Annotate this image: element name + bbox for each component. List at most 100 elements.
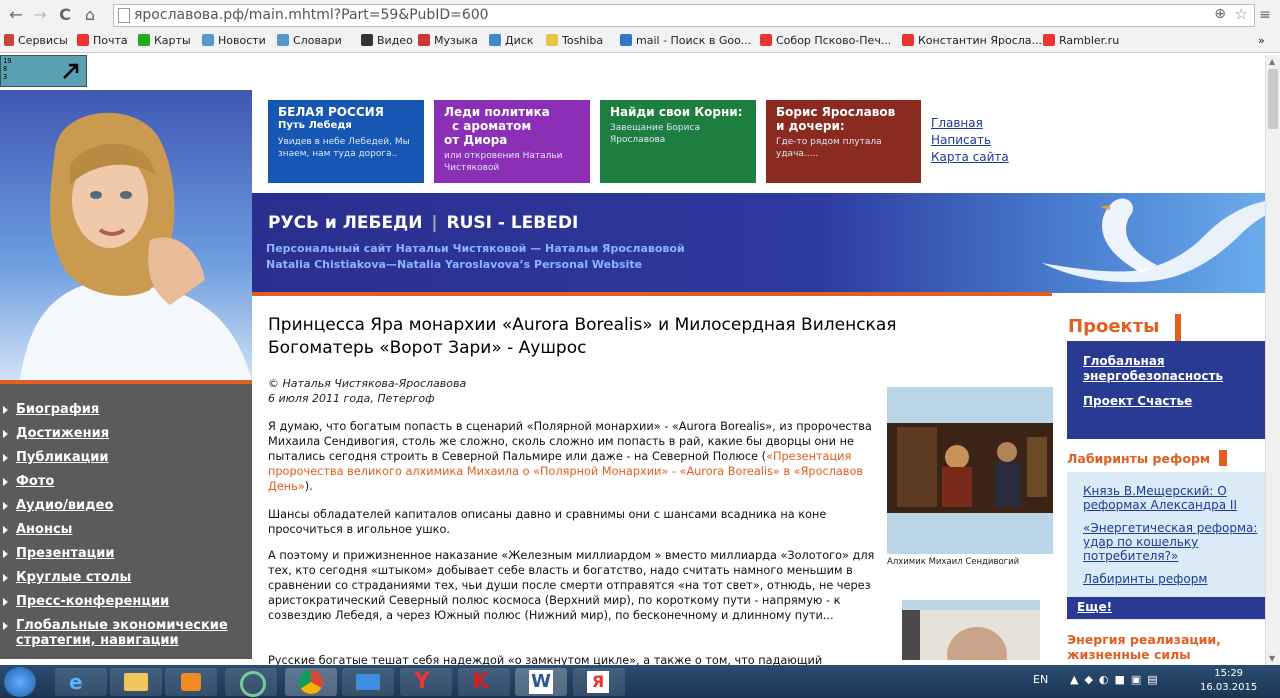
bookmark-music[interactable]: Музыка	[418, 32, 478, 50]
yandex-icon: Я	[587, 671, 609, 693]
bookmark-disk[interactable]: Диск	[489, 32, 533, 50]
folder-icon	[124, 673, 148, 691]
tile-boris-yaroslavov[interactable]: Борис Ярославов и дочери: Где-то рядом п…	[766, 100, 921, 183]
tile-subtitle: Где-то рядом плутала удача.....	[776, 137, 882, 159]
scrollbar-thumb[interactable]	[1268, 69, 1278, 129]
taskbar-word[interactable]: W	[515, 668, 567, 696]
kaspersky-icon: K	[472, 669, 490, 694]
tray-icons[interactable]: ▲◆◐■▣▤	[1070, 673, 1164, 686]
nav-publications[interactable]: Публикации	[3, 450, 109, 465]
video-icon	[361, 34, 373, 46]
bookmark-services[interactable]: Сервисы	[4, 32, 68, 50]
nav-presentations[interactable]: Презентации	[3, 546, 115, 561]
system-clock[interactable]: 15:29 16.03.2015	[1200, 667, 1257, 695]
apps-icon	[4, 34, 14, 46]
forward-icon[interactable]: →	[30, 5, 50, 25]
tile-title-2: с ароматом	[452, 119, 532, 133]
browser-toolbar: ← → C ⌂ ярославова.рф/main.mhtml?Part=59…	[0, 0, 1280, 31]
taskbar-mail[interactable]	[342, 668, 394, 696]
bookmark-mail[interactable]: Почта	[77, 32, 128, 50]
link-sitemap[interactable]: Карта сайта	[931, 150, 1009, 164]
mail-icon	[356, 674, 380, 690]
back-icon[interactable]: ←	[6, 5, 26, 25]
taskbar-explorer[interactable]	[110, 668, 162, 696]
swan-icon	[1042, 198, 1280, 283]
bookmark-rambler[interactable]: Rambler.ru	[1043, 32, 1119, 50]
language-indicator[interactable]: EN	[1033, 673, 1048, 686]
left-navigation: Биография Достижения Публикации Фото Ауд…	[0, 380, 252, 659]
taskbar-chrome[interactable]	[285, 668, 337, 696]
labyrinths-heading: Лабиринты реформ	[1067, 450, 1227, 466]
yandex-browser-icon: Y	[414, 669, 430, 694]
lab-link-labyrinths[interactable]: Лабиринты реформ	[1083, 572, 1207, 586]
start-button[interactable]	[4, 667, 36, 697]
star-icon[interactable]: ☆	[1235, 5, 1248, 23]
counter-badge[interactable]: 19 8 3	[0, 55, 87, 87]
scroll-up-icon[interactable]: ▲	[1269, 57, 1275, 66]
lab-link-energy-reform-line2[interactable]: удар по кошельку	[1083, 535, 1198, 549]
project-global-energy[interactable]: Глобальная	[1083, 354, 1165, 369]
link-write[interactable]: Написать	[931, 133, 991, 147]
zoom-icon[interactable]: ⊕	[1214, 6, 1226, 22]
arrow-up-right-icon	[63, 63, 79, 79]
scroll-down-icon[interactable]: ▼	[1269, 654, 1275, 663]
taskbar-app[interactable]	[225, 668, 277, 697]
address-bar[interactable]: ярославова.рф/main.mhtml?Part=59&PubID=6…	[113, 4, 1255, 27]
article-date: 6 июля 2011 года, Петергоф	[268, 392, 435, 405]
banner-subtitle-ru: Персональный сайт Натальи Чистяковой — Н…	[266, 242, 685, 255]
chrome-icon	[299, 670, 323, 694]
lab-link-meshchersky[interactable]: Князь В.Мещерский: О	[1083, 484, 1227, 498]
yandex-icon	[902, 34, 914, 46]
bookmark-dictionaries[interactable]: Словари	[277, 32, 342, 50]
nav-global-strategies-line2[interactable]: стратегии, навигации	[16, 633, 179, 648]
bookmarks-bar: Сервисы Почта Карты Новости Словари Виде…	[0, 30, 1280, 53]
bookmark-toshiba[interactable]: Toshiba	[546, 32, 603, 50]
nav-photo[interactable]: Фото	[2, 474, 54, 489]
taskbar-media[interactable]	[165, 668, 217, 696]
nav-achievements[interactable]: Достижения	[2, 426, 109, 441]
alchemist-painting[interactable]	[887, 387, 1053, 554]
media-icon	[181, 673, 201, 691]
article-title: Принцесса Яра монархии «Aurora Borealis»…	[268, 315, 897, 358]
reload-icon[interactable]: C	[55, 5, 75, 25]
tile-subtitle: Завещание Бориса Ярославова	[610, 123, 700, 145]
yandex-icon	[1043, 34, 1055, 46]
author-portrait	[0, 90, 252, 380]
bookmark-video[interactable]: Видео	[361, 32, 413, 50]
menu-icon[interactable]: ≡	[1255, 5, 1275, 25]
bookmark-news[interactable]: Новости	[202, 32, 266, 50]
bookmarks-more[interactable]: »	[1258, 32, 1265, 50]
project-happiness[interactable]: Проект Счастье	[1083, 394, 1192, 409]
tile-title: Найди свои Корни:	[610, 105, 743, 119]
taskbar-kaspersky[interactable]: K	[458, 668, 510, 696]
lab-link-energy-reform[interactable]: «Энергетическая реформа:	[1083, 521, 1257, 535]
tile-white-russia[interactable]: БЕЛАЯ РОССИЯ Путь Лебедя Увидев в небе Л…	[268, 100, 424, 183]
home-icon[interactable]: ⌂	[80, 5, 100, 25]
nav-biography[interactable]: Биография	[2, 402, 99, 417]
tile-lady-politics[interactable]: Леди политика с ароматом от Диора или от…	[434, 100, 590, 183]
nav-global-strategies[interactable]: Глобальные экономические	[3, 618, 228, 633]
nav-announcements[interactable]: Анонсы	[2, 522, 72, 537]
nav-press-conferences[interactable]: Пресс-конференции	[2, 594, 169, 609]
nav-audio-video[interactable]: Аудио/видео	[2, 498, 113, 513]
tile-find-roots[interactable]: Найди свои Корни: Завещание Бориса Яросл…	[600, 100, 756, 183]
project-global-energy-line2[interactable]: энергобезопасность	[1083, 369, 1223, 384]
nav-round-tables[interactable]: Круглые столы	[2, 570, 131, 585]
tile-title-2: Путь Лебедя	[278, 120, 352, 131]
bookmark-konstantin[interactable]: Константин Яросла...	[902, 32, 1042, 50]
bookmark-google-mail[interactable]: mail - Поиск в Goo...	[620, 32, 751, 50]
page-scrollbar[interactable]: ▲ ▼	[1265, 55, 1280, 665]
portrait-photo[interactable]	[902, 600, 1040, 683]
lab-link-energy-reform-line3[interactable]: потребителя?»	[1083, 549, 1178, 563]
url-text[interactable]: ярославова.рф/main.mhtml?Part=59&PubID=6…	[134, 7, 489, 23]
taskbar-yandex-browser[interactable]: Y	[400, 668, 452, 696]
banner-subtitle-en: Natalia Chistiakova—Natalia Yaroslavova’…	[266, 258, 643, 271]
link-home[interactable]: Главная	[931, 116, 983, 130]
more-button[interactable]: Еще!	[1067, 597, 1265, 619]
article-paragraph: А поэтому и прижизненное наказание «Желе…	[268, 549, 875, 622]
bookmark-maps[interactable]: Карты	[138, 32, 191, 50]
taskbar-ie[interactable]: e	[55, 668, 107, 696]
bookmark-sobor[interactable]: Собор Псково-Печ...	[760, 32, 891, 50]
lab-link-meshchersky-line2[interactable]: реформах Александра II	[1083, 498, 1237, 512]
taskbar-yandex[interactable]: Я	[573, 668, 625, 696]
